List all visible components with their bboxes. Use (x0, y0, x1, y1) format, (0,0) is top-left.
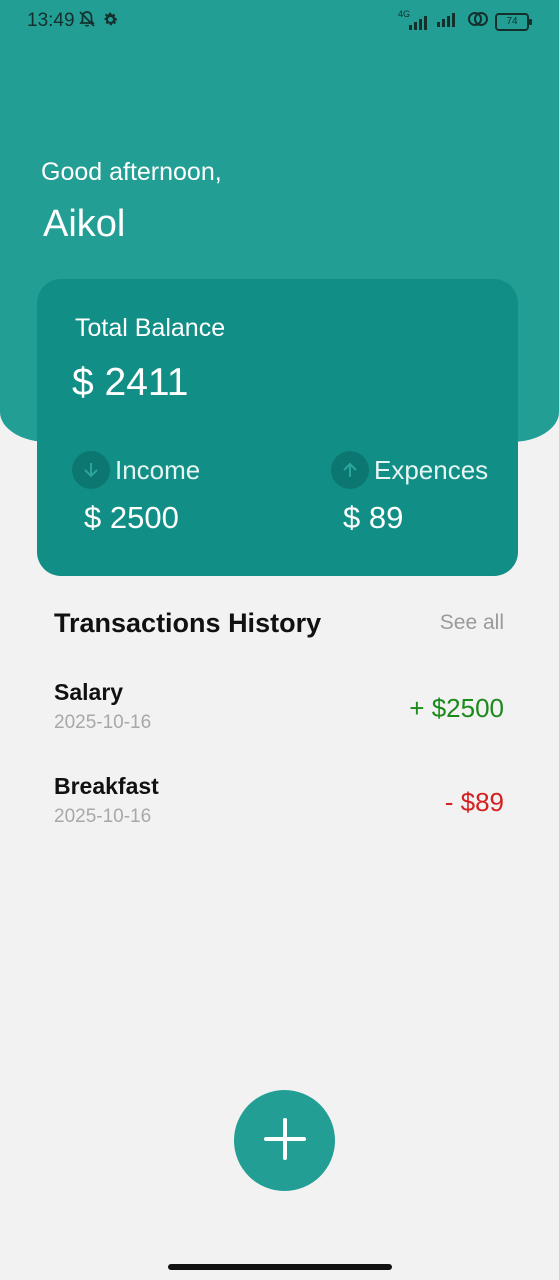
transaction-row[interactable]: Breakfast 2025-10-16 - $89 (54, 773, 504, 843)
signal-icon (435, 10, 461, 33)
income-value: $ 2500 (84, 500, 179, 535)
total-balance-value: $ 2411 (72, 361, 189, 404)
link-icon (467, 10, 489, 33)
total-balance-label: Total Balance (75, 314, 226, 342)
bell-off-icon (78, 10, 96, 33)
expenses-summary: Expences (331, 451, 488, 489)
balance-card: Total Balance $ 2411 Income $ 2500 Expen… (37, 279, 518, 576)
arrow-up-icon (331, 451, 369, 489)
battery-level: 74 (506, 15, 518, 27)
signal-icon: 4G (398, 9, 429, 31)
transaction-date: 2025-10-16 (54, 712, 152, 733)
transaction-name: Salary (54, 679, 124, 705)
home-indicator[interactable] (168, 1264, 392, 1270)
gear-icon (102, 11, 119, 33)
add-transaction-button[interactable] (234, 1090, 335, 1191)
income-summary: Income (72, 451, 200, 489)
status-bar: 13:49 4G 74 (0, 0, 559, 42)
transaction-amount: - $89 (444, 787, 504, 817)
transaction-row[interactable]: Salary 2025-10-16 + $2500 (54, 679, 504, 749)
see-all-button[interactable]: See all (440, 611, 504, 635)
income-label: Income (115, 454, 201, 485)
transaction-amount: + $2500 (409, 693, 504, 723)
username: Aikol (43, 203, 126, 245)
plus-icon (263, 1117, 307, 1164)
battery-icon: 74 (495, 12, 532, 31)
transaction-name: Breakfast (54, 773, 159, 799)
transaction-date: 2025-10-16 (54, 806, 152, 827)
greeting-text: Good afternoon, (41, 158, 222, 186)
transactions-history-title: Transactions History (54, 608, 322, 638)
arrow-down-icon (72, 451, 110, 489)
status-time: 13:49 (27, 10, 75, 31)
expenses-value: $ 89 (343, 500, 404, 535)
expenses-label: Expences (374, 454, 489, 485)
